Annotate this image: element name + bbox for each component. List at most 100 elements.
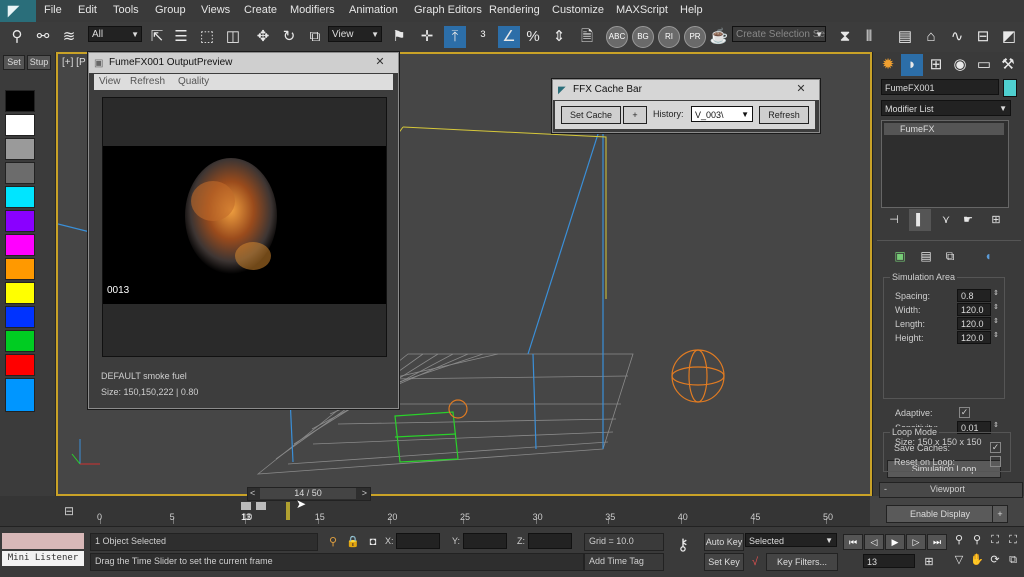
pin-stack-icon[interactable]: ⊣: [883, 209, 905, 231]
param-field[interactable]: 120.0: [957, 331, 991, 344]
pivot-center-icon[interactable]: ⚑: [388, 26, 410, 48]
simulation-params-icon[interactable]: ▤: [915, 245, 937, 267]
add-cache-button[interactable]: +: [623, 106, 647, 124]
isolate-icon[interactable]: ⚲: [322, 531, 344, 553]
render-pr-icon[interactable]: PR: [684, 26, 706, 48]
param-field[interactable]: 120.0: [957, 303, 991, 316]
window-crossing-icon[interactable]: ◫: [222, 26, 244, 48]
y-coord-field[interactable]: [463, 533, 507, 549]
color-swatch[interactable]: [5, 138, 35, 160]
lock-icon[interactable]: 🔒: [342, 531, 364, 553]
align-icon[interactable]: ⫴: [858, 26, 880, 48]
zoom-extents-all-icon[interactable]: ⛶: [1002, 529, 1024, 551]
time-slider-next[interactable]: >: [362, 488, 367, 498]
color-swatch[interactable]: [5, 162, 35, 184]
preview-menu-refresh[interactable]: Refresh: [130, 76, 165, 87]
bind-spacewarp-icon[interactable]: ≋: [58, 26, 80, 48]
named-selection-set-field[interactable]: Create Selection Se ▼: [732, 26, 826, 42]
next-frame-icon[interactable]: ▷: [906, 534, 926, 550]
z-coord-field[interactable]: [528, 533, 572, 549]
menu-graph-editors[interactable]: Graph Editors: [414, 4, 482, 16]
close-icon[interactable]: ✕: [370, 55, 390, 69]
percent-snap-icon[interactable]: %: [522, 26, 544, 48]
set-key-icon[interactable]: ⚷: [672, 535, 694, 557]
menu-customize[interactable]: Customize: [552, 4, 604, 16]
spinner-icon[interactable]: ⇕: [993, 421, 999, 429]
select-object-icon[interactable]: ⇱: [146, 26, 168, 48]
color-swatch[interactable]: [5, 90, 35, 112]
menu-edit[interactable]: Edit: [78, 4, 97, 16]
select-by-name-icon[interactable]: ☰: [170, 26, 192, 48]
general-params-icon[interactable]: ▣: [889, 245, 911, 267]
time-slider-handle[interactable]: 14 / 50: [260, 488, 356, 499]
key-filter-curve-icon[interactable]: √: [744, 551, 766, 573]
render-abc-icon[interactable]: ABC: [606, 26, 628, 48]
color-swatch[interactable]: [5, 354, 35, 376]
spinner-icon[interactable]: ⇕: [993, 317, 999, 325]
current-frame-field[interactable]: 13: [863, 554, 915, 568]
color-swatch[interactable]: [5, 234, 35, 256]
color-swatch[interactable]: [5, 306, 35, 328]
history-dropdown[interactable]: V_003\ ▼: [691, 106, 753, 122]
cache-bar-title[interactable]: FFX Cache Bar: [553, 80, 819, 100]
time-config-icon[interactable]: ⊞: [918, 551, 940, 573]
edit-named-selection-icon[interactable]: 🗎: [576, 26, 598, 48]
scale-icon[interactable]: ⧉: [304, 26, 326, 48]
enable-display-plus-button[interactable]: +: [992, 505, 1008, 523]
render-bg-icon[interactable]: BG: [632, 26, 654, 48]
create-tab-icon[interactable]: ✹: [877, 54, 899, 76]
play-icon[interactable]: ▶: [885, 534, 905, 550]
material-editor-icon[interactable]: ◩: [998, 26, 1020, 48]
modify-tab-icon[interactable]: ◗: [901, 54, 923, 76]
close-icon[interactable]: ✕: [791, 82, 811, 96]
link-icon[interactable]: ⚲: [6, 26, 28, 48]
menu-views[interactable]: Views: [201, 4, 230, 16]
select-manipulate-icon[interactable]: ✛: [416, 26, 438, 48]
goto-start-icon[interactable]: ⏮: [843, 534, 863, 550]
schematic-view-icon[interactable]: ⊟: [972, 26, 994, 48]
maximize-viewport-icon[interactable]: ⧉: [1002, 549, 1024, 571]
mirror-icon[interactable]: ⧗: [834, 26, 856, 48]
display-tab-icon[interactable]: ▭: [973, 54, 995, 76]
param-field[interactable]: 0.8: [957, 289, 991, 302]
spinner-icon[interactable]: ⇕: [993, 289, 999, 297]
hierarchy-tab-icon[interactable]: ⊞: [925, 54, 947, 76]
preview-menu-view[interactable]: View: [99, 76, 121, 87]
angle-snap-icon[interactable]: ∠: [498, 26, 520, 48]
preview-window-title[interactable]: FumeFX001 OutputPreview: [89, 53, 398, 73]
enable-display-button[interactable]: Enable Display: [886, 505, 994, 523]
set-key-button[interactable]: Set Key: [704, 553, 744, 571]
tab-set[interactable]: Set: [3, 55, 25, 70]
render-ri-icon[interactable]: RI: [658, 26, 680, 48]
x-coord-field[interactable]: [396, 533, 440, 549]
color-swatch[interactable]: [5, 114, 35, 136]
previous-frame-icon[interactable]: ◁: [864, 534, 884, 550]
color-swatch[interactable]: [5, 186, 35, 208]
remove-modifier-icon[interactable]: ☛: [957, 209, 979, 231]
keyboard-shortcut-icon[interactable]: ⤒: [444, 26, 466, 48]
reference-coord-dropdown[interactable]: View ▼: [328, 26, 382, 42]
graphite-tools-icon[interactable]: ⌂: [920, 26, 942, 48]
menu-file[interactable]: File: [44, 4, 62, 16]
rotate-icon[interactable]: ↻: [278, 26, 300, 48]
adaptive-checkbox[interactable]: ✓: [959, 407, 970, 418]
object-color-swatch[interactable]: [1003, 79, 1017, 97]
track-view-icon[interactable]: ⊟: [64, 504, 74, 518]
mini-listener[interactable]: Mini Listener: [2, 551, 84, 566]
utilities-tab-icon[interactable]: ⚒: [997, 54, 1019, 76]
object-name-field[interactable]: FumeFX001: [881, 79, 999, 95]
add-time-tag-button[interactable]: Add Time Tag: [584, 553, 664, 571]
layer-manager-icon[interactable]: ▤: [894, 26, 916, 48]
menu-group[interactable]: Group: [155, 4, 186, 16]
coffee-cup-icon[interactable]: ☕: [708, 26, 730, 48]
menu-tools[interactable]: Tools: [113, 4, 139, 16]
color-swatch[interactable]: [5, 258, 35, 280]
set-cache-button[interactable]: Set Cache: [561, 106, 621, 124]
spinner-snap-icon[interactable]: ⇕: [548, 26, 570, 48]
modifier-list-dropdown[interactable]: Modifier List ▼: [881, 100, 1011, 116]
color-swatch[interactable]: [5, 210, 35, 232]
preview-menu-quality[interactable]: Quality: [178, 76, 209, 87]
time-slider[interactable]: < 14 / 50 >: [247, 487, 371, 501]
menu-create[interactable]: Create: [244, 4, 277, 16]
configure-sets-icon[interactable]: ⊞: [985, 209, 1007, 231]
